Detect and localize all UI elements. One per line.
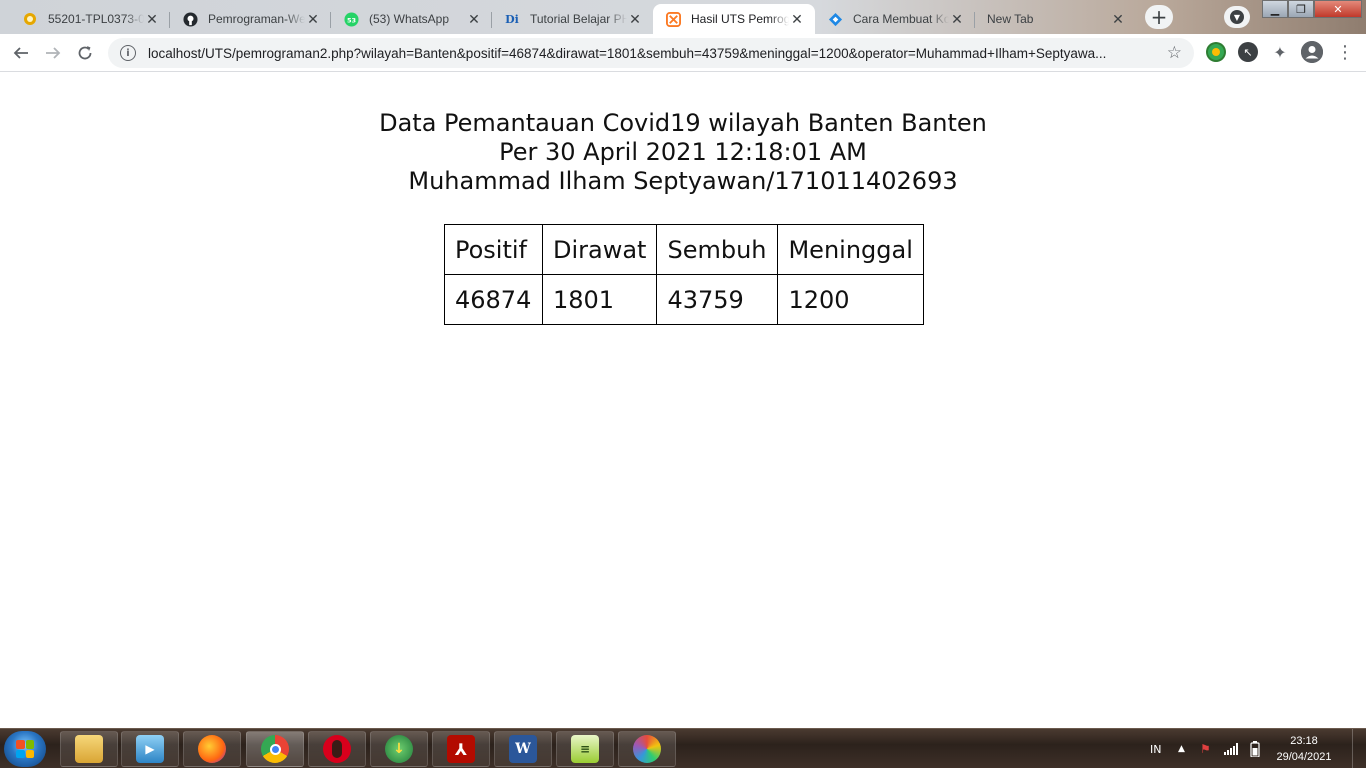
header-positif: Positif — [444, 224, 543, 275]
bookmark-star-icon[interactable]: ☆ — [1167, 43, 1182, 63]
url-text[interactable]: localhost/UTS/pemrograman2.php?wilayah=B… — [148, 46, 1157, 61]
taskbar-chrome[interactable] — [246, 731, 304, 767]
windows-explorer-icon — [75, 735, 103, 763]
show-hidden-icons-icon[interactable]: ▲ — [1178, 729, 1185, 769]
taskbar-explorer[interactable] — [60, 731, 118, 767]
header-meninggal: Meninggal — [777, 224, 924, 275]
action-center-flag-icon[interactable]: ⚑ — [1200, 729, 1211, 769]
taskbar-word[interactable]: W — [494, 731, 552, 767]
moodle-icon — [22, 11, 38, 27]
taskbar-media-player[interactable]: ▶ — [121, 731, 179, 767]
menu-kebab-icon[interactable]: ⋮ — [1335, 42, 1355, 63]
whatsapp-icon: 53 — [343, 11, 359, 27]
tab-title: 55201-TPL0373-00 — [48, 12, 144, 26]
chrome-icon — [261, 735, 289, 763]
value-meninggal: 1200 — [777, 274, 924, 325]
start-button[interactable] — [4, 731, 46, 767]
covid-data-table: Positif Dirawat Sembuh Meninggal 46874 1… — [444, 224, 924, 325]
taskbar-firefox[interactable] — [183, 731, 241, 767]
windows-taskbar: ▶ ↓ ⅄ W ≡ IN ▲ ⚑ 23:18 29/04/2021 — [0, 728, 1366, 769]
chevron-down-icon: ▼ — [1230, 10, 1244, 24]
table-row: 46874 1801 43759 1200 — [444, 274, 924, 325]
github-icon — [182, 11, 198, 27]
new-tab-button[interactable]: + — [1145, 5, 1173, 29]
acrobat-icon: ⅄ — [447, 735, 475, 763]
page-content: Data Pemantauan Covid19 wilayah Banten B… — [0, 72, 1366, 728]
taskbar-paint[interactable] — [618, 731, 676, 767]
close-tab-icon[interactable]: ✕ — [949, 11, 965, 27]
arrow-left-icon — [13, 47, 28, 59]
value-dirawat: 1801 — [541, 274, 658, 325]
arrow-right-icon — [46, 47, 61, 59]
minimize-button[interactable]: ▁ — [1262, 0, 1288, 18]
clock-date: 29/04/2021 — [1276, 751, 1332, 763]
tab-moodle[interactable]: 55201-TPL0373-00 ✕ — [10, 4, 170, 34]
tab-new-tab[interactable]: New Tab ✕ — [975, 4, 1136, 34]
tab-hasil-uts[interactable]: Hasil UTS Pemrog ✕ — [653, 4, 815, 34]
clock-time: 23:18 — [1290, 735, 1318, 747]
close-tab-icon[interactable]: ✕ — [305, 11, 321, 27]
svg-text:53: 53 — [346, 16, 356, 24]
opera-icon — [323, 735, 351, 763]
taskbar-opera[interactable] — [308, 731, 366, 767]
media-player-icon: ▶ — [136, 735, 164, 763]
close-tab-icon[interactable]: ✕ — [466, 11, 482, 27]
network-signal-icon[interactable] — [1224, 729, 1238, 769]
back-button[interactable] — [8, 40, 34, 66]
tab-title: Cara Membuat Ko — [853, 12, 949, 26]
maximize-button[interactable]: ❐ — [1288, 0, 1314, 18]
tab-whatsapp[interactable]: 53 (53) WhatsApp ✕ — [331, 4, 492, 34]
address-bar[interactable]: i localhost/UTS/pemrograman2.php?wilayah… — [108, 38, 1194, 68]
tab-codepolitan[interactable]: Cara Membuat Ko ✕ — [815, 4, 975, 34]
language-indicator[interactable]: IN — [1150, 729, 1161, 769]
taskbar-idm[interactable]: ↓ — [370, 731, 428, 767]
battery-icon[interactable] — [1250, 729, 1260, 769]
taskbar-notepadpp[interactable]: ≡ — [556, 731, 614, 767]
close-tab-icon[interactable]: ✕ — [627, 11, 643, 27]
extensions-puzzle-icon[interactable]: ✦ — [1270, 42, 1290, 62]
taskbar-acrobat[interactable]: ⅄ — [432, 731, 490, 767]
value-sembuh: 43759 — [656, 274, 779, 325]
notepadpp-icon: ≡ — [571, 735, 599, 763]
show-desktop-button[interactable] — [1352, 729, 1366, 769]
idm-icon: ↓ — [385, 735, 413, 763]
system-clock[interactable]: 23:18 29/04/2021 — [1276, 733, 1332, 765]
duniailkom-icon: Di — [505, 12, 519, 26]
close-tab-icon[interactable]: ✕ — [144, 11, 160, 27]
tab-title: Pemrograman-We — [208, 12, 305, 26]
extension-cursor-icon[interactable]: ↖ — [1238, 42, 1258, 62]
browser-toolbar: i localhost/UTS/pemrograman2.php?wilayah… — [0, 34, 1366, 72]
header-dirawat: Dirawat — [541, 224, 658, 275]
reload-button[interactable] — [72, 40, 98, 66]
tab-search-button[interactable]: ▼ — [1224, 6, 1250, 28]
profile-avatar-icon[interactable] — [1301, 41, 1323, 63]
page-heading: Data Pemantauan Covid19 wilayah Banten B… — [0, 109, 1366, 196]
tab-title: (53) WhatsApp — [369, 12, 450, 26]
firefox-icon — [198, 735, 226, 763]
forward-button[interactable] — [40, 40, 66, 66]
tab-duniailkom[interactable]: Di Tutorial Belajar PH ✕ — [492, 4, 653, 34]
xampp-icon — [665, 11, 681, 27]
heading-operator-line: Muhammad Ilham Septyawan/171011402693 — [408, 167, 958, 195]
tab-title: Tutorial Belajar PH — [530, 12, 627, 26]
reload-icon — [78, 46, 92, 60]
value-positif: 46874 — [444, 274, 543, 325]
close-tab-icon[interactable]: ✕ — [1110, 11, 1126, 27]
tab-title: Hasil UTS Pemrog — [691, 12, 789, 26]
paint-icon — [633, 735, 661, 763]
header-sembuh: Sembuh — [656, 224, 779, 275]
tab-strip: 55201-TPL0373-00 ✕ Pemrograman-We ✕ 53 (… — [0, 0, 1366, 34]
codepolitan-icon — [827, 11, 843, 27]
tab-github[interactable]: Pemrograman-We ✕ — [170, 4, 331, 34]
info-icon[interactable]: i — [120, 45, 136, 61]
windows-logo-icon — [16, 740, 34, 758]
close-window-button[interactable]: ✕ — [1314, 0, 1362, 18]
heading-region-line: Data Pemantauan Covid19 wilayah Banten B… — [379, 109, 987, 137]
heading-date-line: Per 30 April 2021 12:18:01 AM — [499, 138, 867, 166]
close-tab-icon[interactable]: ✕ — [789, 11, 805, 27]
word-icon: W — [509, 735, 537, 763]
tab-title: New Tab — [987, 12, 1034, 26]
table-header-row: Positif Dirawat Sembuh Meninggal — [444, 224, 924, 275]
extension-globe-icon[interactable] — [1206, 42, 1226, 62]
